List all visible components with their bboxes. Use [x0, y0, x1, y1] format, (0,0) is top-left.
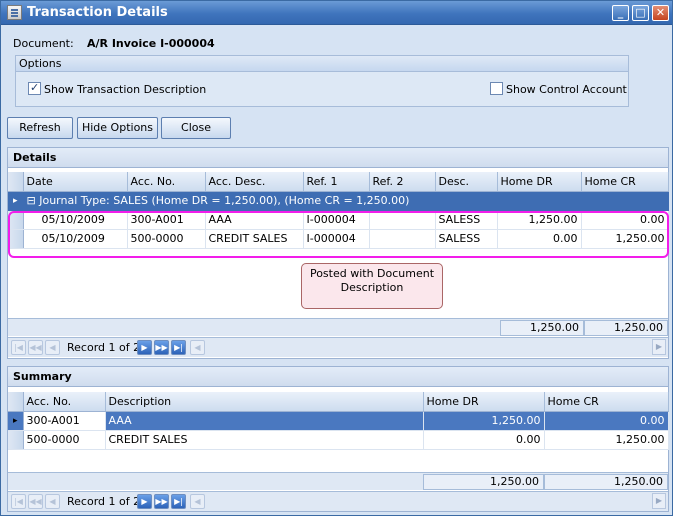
scroll-right-icon[interactable]: ▶ [652, 493, 666, 509]
highlight-box [8, 211, 669, 258]
cell-home-dr[interactable]: 0.00 [423, 430, 545, 450]
next-record-icon[interactable]: ▶ [137, 494, 152, 509]
summary-total-cr: 1,250.00 [544, 474, 668, 490]
details-header-row: Date Acc. No. Acc. Desc. Ref. 1 Ref. 2 D… [8, 172, 669, 192]
details-title: Details [8, 148, 668, 168]
show-control-account-checkbox[interactable] [490, 82, 503, 95]
row-marker-icon: ▸ [8, 191, 24, 211]
col-date[interactable]: Date [23, 172, 128, 192]
last-record-icon[interactable]: ▶| [171, 494, 186, 509]
first-record-icon[interactable]: |◀ [11, 494, 26, 509]
col-home-cr[interactable]: Home CR [544, 392, 669, 412]
row-marker-icon[interactable]: ▸ [8, 411, 24, 431]
scroll-left-icon[interactable]: ◀ [190, 340, 205, 355]
close-button[interactable]: Close [161, 117, 231, 139]
details-navigator: |◀ ◀◀ ◀ Record 1 of 2 ▶ ▶▶ ▶| ◀ ▶ [8, 337, 668, 357]
transaction-details-window: Transaction Details _ □ ✕ Document: A/R … [0, 0, 673, 516]
cell-acc-no[interactable]: 300-A001 [23, 411, 106, 431]
callout-note: Posted with Document Description [301, 263, 443, 309]
details-total-dr: 1,250.00 [500, 320, 584, 336]
header-indicator [8, 392, 24, 412]
scroll-left-icon[interactable]: ◀ [190, 494, 205, 509]
cell-home-cr[interactable]: 0.00 [544, 411, 669, 431]
col-ref1[interactable]: Ref. 1 [303, 172, 370, 192]
summary-panel: Summary Acc. No. Description Home DR Hom… [7, 366, 669, 512]
show-control-account-label[interactable]: Show Control Account [506, 83, 627, 96]
last-record-icon[interactable]: ▶| [171, 340, 186, 355]
prev-page-icon[interactable]: ◀◀ [28, 340, 43, 355]
header-indicator [8, 172, 24, 192]
document-label: Document: [13, 37, 74, 50]
record-counter: Record 1 of 2 [67, 495, 141, 508]
document-value: A/R Invoice I-000004 [87, 37, 215, 50]
callout-line1: Posted with Document [309, 267, 435, 280]
options-title: Options [16, 56, 628, 72]
maximize-button[interactable]: □ [632, 5, 649, 21]
minimize-button[interactable]: _ [612, 5, 629, 21]
hide-options-button[interactable]: Hide Options [77, 117, 158, 139]
details-totals-row: 1,250.00 1,250.00 [8, 318, 668, 336]
summary-totals-row: 1,250.00 1,250.00 [8, 472, 668, 490]
group-label[interactable]: ⊟ Journal Type: SALES (Home DR = 1,250.0… [23, 191, 669, 211]
close-window-button[interactable]: ✕ [652, 5, 669, 21]
col-acc-no[interactable]: Acc. No. [127, 172, 206, 192]
show-description-label[interactable]: Show Transaction Description [44, 83, 206, 96]
next-page-icon[interactable]: ▶▶ [154, 494, 169, 509]
summary-header-row: Acc. No. Description Home DR Home CR [8, 392, 669, 412]
table-row[interactable]: ▸ 300-A001 AAA 1,250.00 0.00 [8, 411, 669, 431]
options-group: Options Show Transaction Description Sho… [15, 55, 629, 107]
first-record-icon[interactable]: |◀ [11, 340, 26, 355]
col-acc-no[interactable]: Acc. No. [23, 392, 106, 412]
group-text: Journal Type: SALES (Home DR = 1,250.00)… [39, 194, 410, 207]
callout-line2: Description [340, 281, 404, 294]
next-record-icon[interactable]: ▶ [137, 340, 152, 355]
cell-acc-no[interactable]: 500-0000 [23, 430, 106, 450]
cell-home-cr[interactable]: 1,250.00 [544, 430, 669, 450]
refresh-button[interactable]: Refresh [7, 117, 73, 139]
summary-title: Summary [8, 367, 668, 387]
row-indicator[interactable] [8, 430, 24, 450]
summary-navigator: |◀ ◀◀ ◀ Record 1 of 2 ▶ ▶▶ ▶| ◀ ▶ [8, 491, 668, 511]
cell-description[interactable]: CREDIT SALES [105, 430, 424, 450]
prev-record-icon[interactable]: ◀ [45, 494, 60, 509]
prev-page-icon[interactable]: ◀◀ [28, 494, 43, 509]
col-home-dr[interactable]: Home DR [497, 172, 582, 192]
cell-description[interactable]: AAA [105, 411, 424, 431]
cell-home-dr[interactable]: 1,250.00 [423, 411, 545, 431]
scroll-right-icon[interactable]: ▶ [652, 339, 666, 355]
col-home-cr[interactable]: Home CR [581, 172, 669, 192]
col-home-dr[interactable]: Home DR [423, 392, 545, 412]
details-total-cr: 1,250.00 [584, 320, 668, 336]
title-bar[interactable]: Transaction Details _ □ ✕ [1, 1, 672, 25]
record-counter: Record 1 of 2 [67, 341, 141, 354]
group-row[interactable]: ▸ ⊟ Journal Type: SALES (Home DR = 1,250… [8, 191, 669, 211]
col-description[interactable]: Description [105, 392, 424, 412]
col-acc-desc[interactable]: Acc. Desc. [205, 172, 304, 192]
summary-grid[interactable]: Acc. No. Description Home DR Home CR ▸ 3… [8, 392, 669, 450]
col-ref2[interactable]: Ref. 2 [369, 172, 436, 192]
expand-collapse-icon[interactable]: ⊟ [27, 194, 36, 207]
summary-total-dr: 1,250.00 [423, 474, 544, 490]
table-row[interactable]: 500-0000 CREDIT SALES 0.00 1,250.00 [8, 430, 669, 450]
window-app-icon [7, 5, 22, 20]
next-page-icon[interactable]: ▶▶ [154, 340, 169, 355]
col-desc[interactable]: Desc. [435, 172, 498, 192]
show-description-checkbox[interactable] [28, 81, 41, 95]
window-title: Transaction Details [27, 5, 168, 20]
prev-record-icon[interactable]: ◀ [45, 340, 60, 355]
